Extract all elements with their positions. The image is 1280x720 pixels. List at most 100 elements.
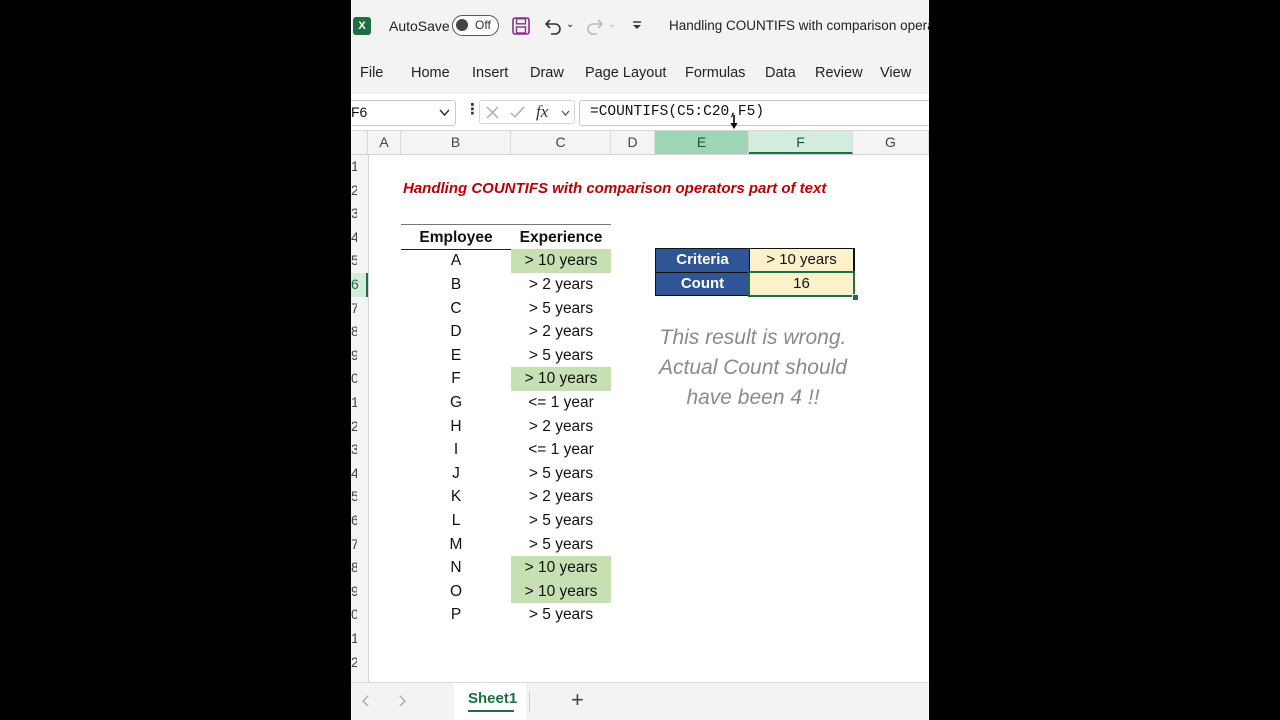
criteria-value-cell[interactable]: > 10 years: [750, 249, 853, 272]
employee-cell[interactable]: I: [401, 438, 511, 462]
row-header[interactable]: 2: [351, 415, 357, 439]
experience-cell[interactable]: > 5 years: [511, 344, 611, 368]
tab-sheet1[interactable]: Sheet1: [454, 683, 526, 720]
insert-function-icon[interactable]: fx: [536, 102, 548, 122]
tab-view[interactable]: View: [880, 65, 911, 81]
row-header[interactable]: 9: [351, 344, 357, 368]
count-label-cell[interactable]: Count: [656, 272, 749, 295]
employee-cell[interactable]: P: [401, 603, 511, 627]
experience-cell[interactable]: > 5 years: [511, 509, 611, 533]
experience-cell[interactable]: > 2 years: [511, 415, 611, 439]
experience-cell[interactable]: > 10 years: [511, 556, 611, 580]
customize-toolbar-icon[interactable]: [631, 21, 643, 31]
row-header[interactable]: 9: [351, 580, 357, 604]
column-header-d[interactable]: D: [611, 131, 655, 154]
row-header[interactable]: 1: [351, 155, 357, 179]
fx-chevron-down-icon[interactable]: [561, 110, 570, 116]
tab-file[interactable]: File: [360, 65, 383, 81]
tab-draw[interactable]: Draw: [530, 65, 564, 81]
row-header[interactable]: 6: [351, 509, 357, 533]
experience-cell[interactable]: > 10 years: [511, 579, 611, 604]
row-header[interactable]: 3: [351, 202, 357, 226]
add-sheet-icon[interactable]: +: [571, 687, 584, 713]
row-header[interactable]: 1: [351, 391, 357, 415]
row-header[interactable]: 4: [351, 462, 357, 486]
employee-cell[interactable]: H: [401, 415, 511, 439]
experience-cell[interactable]: > 5 years: [511, 297, 611, 321]
experience-cell[interactable]: > 2 years: [511, 320, 611, 344]
employee-cell[interactable]: O: [401, 580, 511, 604]
experience-cell[interactable]: > 2 years: [511, 485, 611, 509]
row-header[interactable]: 1: [351, 627, 357, 651]
employee-cell[interactable]: C: [401, 297, 511, 321]
column-header-f[interactable]: F: [749, 131, 853, 154]
experience-cell[interactable]: > 2 years: [511, 273, 611, 297]
employee-cell[interactable]: B: [401, 273, 511, 297]
criteria-label-cell[interactable]: Criteria: [656, 249, 749, 272]
employee-cell[interactable]: L: [401, 509, 511, 533]
tab-insert[interactable]: Insert: [472, 65, 508, 81]
sheet-grid: Handling COUNTIFS with comparison operat…: [369, 155, 929, 682]
formula-input[interactable]: =COUNTIFS(C5:C20,F5): [579, 100, 929, 126]
row-header[interactable]: 0: [351, 603, 357, 627]
column-header-g[interactable]: G: [853, 131, 929, 154]
row-header[interactable]: 6: [351, 273, 368, 297]
tab-formulas[interactable]: Formulas: [685, 65, 745, 81]
save-icon[interactable]: [512, 17, 530, 35]
sheet1-label: Sheet1: [468, 690, 518, 707]
more-options-icon[interactable]: ⋮: [465, 102, 480, 117]
tab-page-layout[interactable]: Page Layout: [585, 65, 666, 81]
column-header-e[interactable]: E: [655, 131, 749, 154]
column-header-a[interactable]: A: [368, 131, 401, 154]
column-header-b[interactable]: B: [401, 131, 511, 154]
row-header[interactable]: 8: [351, 556, 357, 580]
scroll-right-icon[interactable]: [398, 695, 406, 707]
row-header[interactable]: 8: [351, 320, 357, 344]
cancel-icon[interactable]: [486, 106, 499, 119]
redo-dropdown-icon[interactable]: ⌄: [608, 19, 616, 30]
autosave-toggle[interactable]: Off: [452, 15, 499, 36]
employee-cell[interactable]: E: [401, 344, 511, 368]
experience-cell[interactable]: > 5 years: [511, 603, 611, 627]
column-header-c[interactable]: C: [511, 131, 611, 154]
row-header[interactable]: 0: [351, 367, 357, 391]
employee-cell[interactable]: N: [401, 556, 511, 580]
row-header[interactable]: 2: [351, 179, 357, 203]
experience-cell[interactable]: > 5 years: [511, 462, 611, 486]
chevron-down-icon[interactable]: [439, 109, 450, 117]
toggle-knob: [456, 19, 468, 31]
fill-handle[interactable]: [852, 294, 859, 301]
employee-cell[interactable]: J: [401, 462, 511, 486]
scroll-left-icon[interactable]: [362, 695, 370, 707]
experience-cell[interactable]: > 5 years: [511, 533, 611, 557]
experience-cell[interactable]: <= 1 year: [511, 438, 611, 462]
count-value-cell[interactable]: 16: [748, 270, 855, 297]
row-header[interactable]: 7: [351, 533, 357, 557]
row-header[interactable]: 2: [351, 651, 357, 675]
select-all-corner[interactable]: [351, 131, 368, 154]
enter-check-icon[interactable]: [510, 106, 525, 119]
redo-icon[interactable]: [585, 16, 605, 36]
undo-icon[interactable]: [543, 16, 563, 36]
tab-data[interactable]: Data: [765, 65, 796, 81]
row-header[interactable]: 5: [351, 485, 357, 509]
employee-cell[interactable]: K: [401, 485, 511, 509]
employee-cell[interactable]: A: [401, 249, 511, 273]
note-line: This result is wrong.: [659, 326, 847, 349]
row-header[interactable]: 4: [351, 226, 357, 250]
tab-review[interactable]: Review: [815, 65, 863, 81]
employee-cell[interactable]: M: [401, 533, 511, 557]
excel-window: X AutoSave Off ⌄ ⌄ Handling COUNTIFS wit…: [351, 0, 929, 720]
employee-cell[interactable]: D: [401, 320, 511, 344]
tab-home[interactable]: Home: [411, 65, 450, 81]
row-header[interactable]: 7: [351, 297, 357, 321]
row-header[interactable]: 3: [351, 438, 357, 462]
undo-dropdown-icon[interactable]: ⌄: [566, 19, 574, 30]
employee-cell[interactable]: F: [401, 367, 511, 391]
name-box[interactable]: F6: [351, 100, 456, 126]
employee-cell[interactable]: G: [401, 391, 511, 415]
experience-cell[interactable]: > 10 years: [511, 367, 611, 391]
experience-cell[interactable]: > 10 years: [511, 249, 611, 273]
experience-cell[interactable]: <= 1 year: [511, 391, 611, 415]
row-header[interactable]: 5: [351, 249, 357, 273]
